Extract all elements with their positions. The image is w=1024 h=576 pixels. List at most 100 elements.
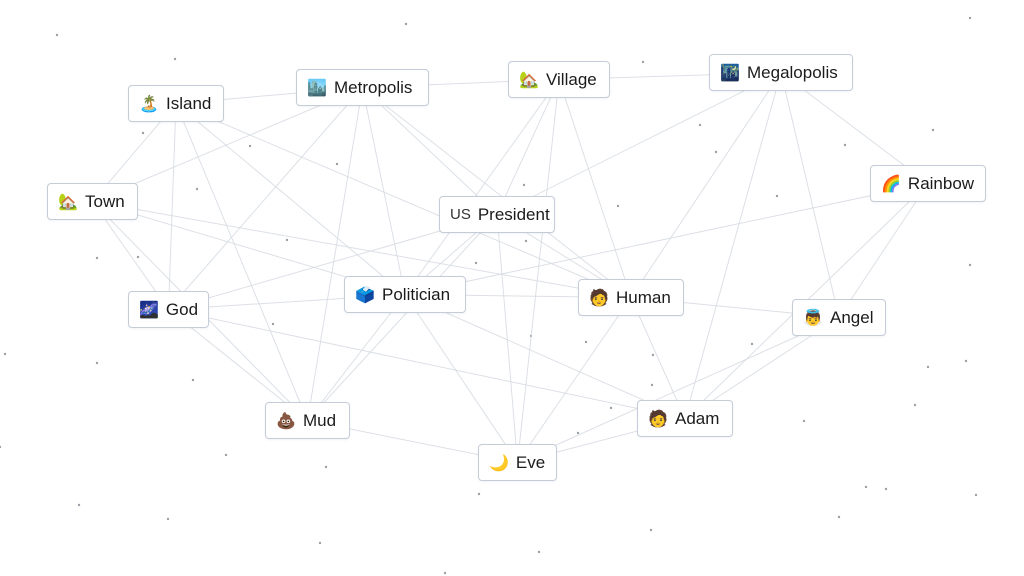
- connection-line-rainbow-angel: [838, 183, 929, 318]
- background-particle: [968, 263, 972, 267]
- background-particle: [404, 22, 408, 26]
- background-particle: [775, 194, 779, 198]
- background-particle: [884, 487, 888, 491]
- background-particle: [335, 162, 339, 166]
- element-label: Megalopolis: [747, 63, 838, 82]
- background-particle: [77, 503, 81, 507]
- background-particle: [843, 143, 847, 147]
- background-particle: [173, 57, 177, 61]
- background-particle: [55, 33, 59, 37]
- connection-line-president-eve: [496, 214, 518, 463]
- background-particle: [698, 123, 702, 127]
- element-politician[interactable]: 🗳️ Politician: [344, 276, 466, 313]
- connection-line-village-human: [558, 79, 632, 298]
- house-with-garden-icon: 🏡: [519, 69, 539, 89]
- element-human[interactable]: 🧑 Human: [578, 279, 684, 316]
- element-label: Eve: [515, 453, 546, 472]
- background-particle: [584, 340, 588, 344]
- background-particle: [285, 238, 289, 242]
- element-mud[interactable]: 💩 Mud: [265, 402, 350, 439]
- night-city-icon: 🌃: [720, 62, 740, 82]
- element-village[interactable]: 🏡 Village: [508, 61, 610, 98]
- connection-line-angel-eve: [517, 317, 840, 463]
- element-angel[interactable]: 👼 Angel: [792, 299, 886, 336]
- house-with-garden-icon: 🏡: [58, 191, 78, 211]
- background-particle: [576, 431, 580, 435]
- background-particle: [931, 128, 935, 132]
- background-particle: [477, 492, 481, 496]
- element-eve[interactable]: 🌙 Eve: [478, 444, 557, 481]
- rainbow-icon: 🌈: [881, 173, 901, 193]
- connection-line-megalopolis-human: [630, 72, 782, 298]
- connection-line-metropolis-human: [362, 87, 632, 298]
- element-town[interactable]: 🏡 Town: [47, 183, 138, 220]
- connection-line-village-eve: [517, 79, 560, 463]
- us-flag-icon: US: [450, 206, 471, 223]
- connection-line-island-god: [168, 103, 177, 310]
- element-president[interactable]: US President: [439, 196, 555, 233]
- baby-angel-icon: 👼: [803, 307, 823, 327]
- connection-lines: [92, 72, 929, 463]
- connection-line-village-politician: [404, 79, 560, 295]
- cityscape-icon: 🏙️: [307, 77, 327, 97]
- background-particle: [3, 352, 7, 356]
- pile-of-poo-icon: 💩: [276, 410, 296, 430]
- element-label: Politician: [382, 285, 451, 304]
- element-label: Island: [166, 94, 212, 113]
- background-particle: [524, 239, 528, 243]
- background-particle: [191, 378, 195, 382]
- background-particle: [964, 359, 968, 363]
- element-metropolis[interactable]: 🏙️ Metropolis: [296, 69, 429, 106]
- background-particle: [522, 183, 526, 187]
- background-particle: [537, 550, 541, 554]
- element-adam[interactable]: 🧑 Adam: [637, 400, 733, 437]
- background-particle: [95, 256, 99, 260]
- element-label: Mud: [303, 411, 337, 430]
- element-island[interactable]: 🏝️ Island: [128, 85, 224, 122]
- background-particle: [271, 322, 275, 326]
- connection-line-island-politician: [175, 103, 406, 295]
- connection-line-human-eve: [517, 297, 632, 463]
- background-particle: [136, 255, 140, 259]
- element-god[interactable]: 🌌 God: [128, 291, 209, 328]
- element-megalopolis[interactable]: 🌃 Megalopolis: [709, 54, 853, 91]
- element-label: Adam: [675, 409, 720, 428]
- background-particle: [837, 515, 841, 519]
- background-particle: [616, 204, 620, 208]
- background-particle: [318, 541, 322, 545]
- background-particle: [324, 465, 328, 469]
- person-face-icon: 🧑: [648, 408, 668, 428]
- person-face-icon: 🧑: [589, 287, 609, 307]
- element-label: Village: [546, 70, 597, 89]
- background-particle: [926, 365, 930, 369]
- desert-island-icon: 🏝️: [139, 93, 159, 113]
- background-particle: [968, 16, 972, 20]
- background-particle: [649, 528, 653, 532]
- milky-way-icon: 🌌: [139, 299, 159, 319]
- background-particle: [248, 144, 252, 148]
- element-label: God: [165, 300, 199, 319]
- element-label: President: [477, 205, 550, 224]
- background-particle: [974, 493, 978, 497]
- background-particle: [166, 517, 170, 521]
- connection-line-metropolis-politician: [362, 87, 406, 295]
- element-label: Human: [616, 288, 671, 307]
- background-particle: [0, 445, 2, 449]
- background-particle: [141, 131, 145, 135]
- background-particle: [95, 361, 99, 365]
- background-particle: [651, 353, 655, 357]
- background-particle: [443, 571, 447, 575]
- background-particle: [474, 261, 478, 265]
- background-particle: [609, 406, 613, 410]
- crescent-moon-icon: 🌙: [489, 452, 509, 472]
- background-particle: [864, 485, 868, 489]
- connection-line-village-president: [496, 79, 560, 215]
- background-particle: [714, 150, 718, 154]
- background-particle: [913, 403, 917, 407]
- background-particle: [641, 60, 645, 64]
- background-particle: [802, 419, 806, 423]
- background-particle: [224, 453, 228, 457]
- background-particle: [750, 342, 754, 346]
- element-rainbow[interactable]: 🌈 Rainbow: [870, 165, 986, 202]
- connection-line-god-adam: [168, 309, 686, 419]
